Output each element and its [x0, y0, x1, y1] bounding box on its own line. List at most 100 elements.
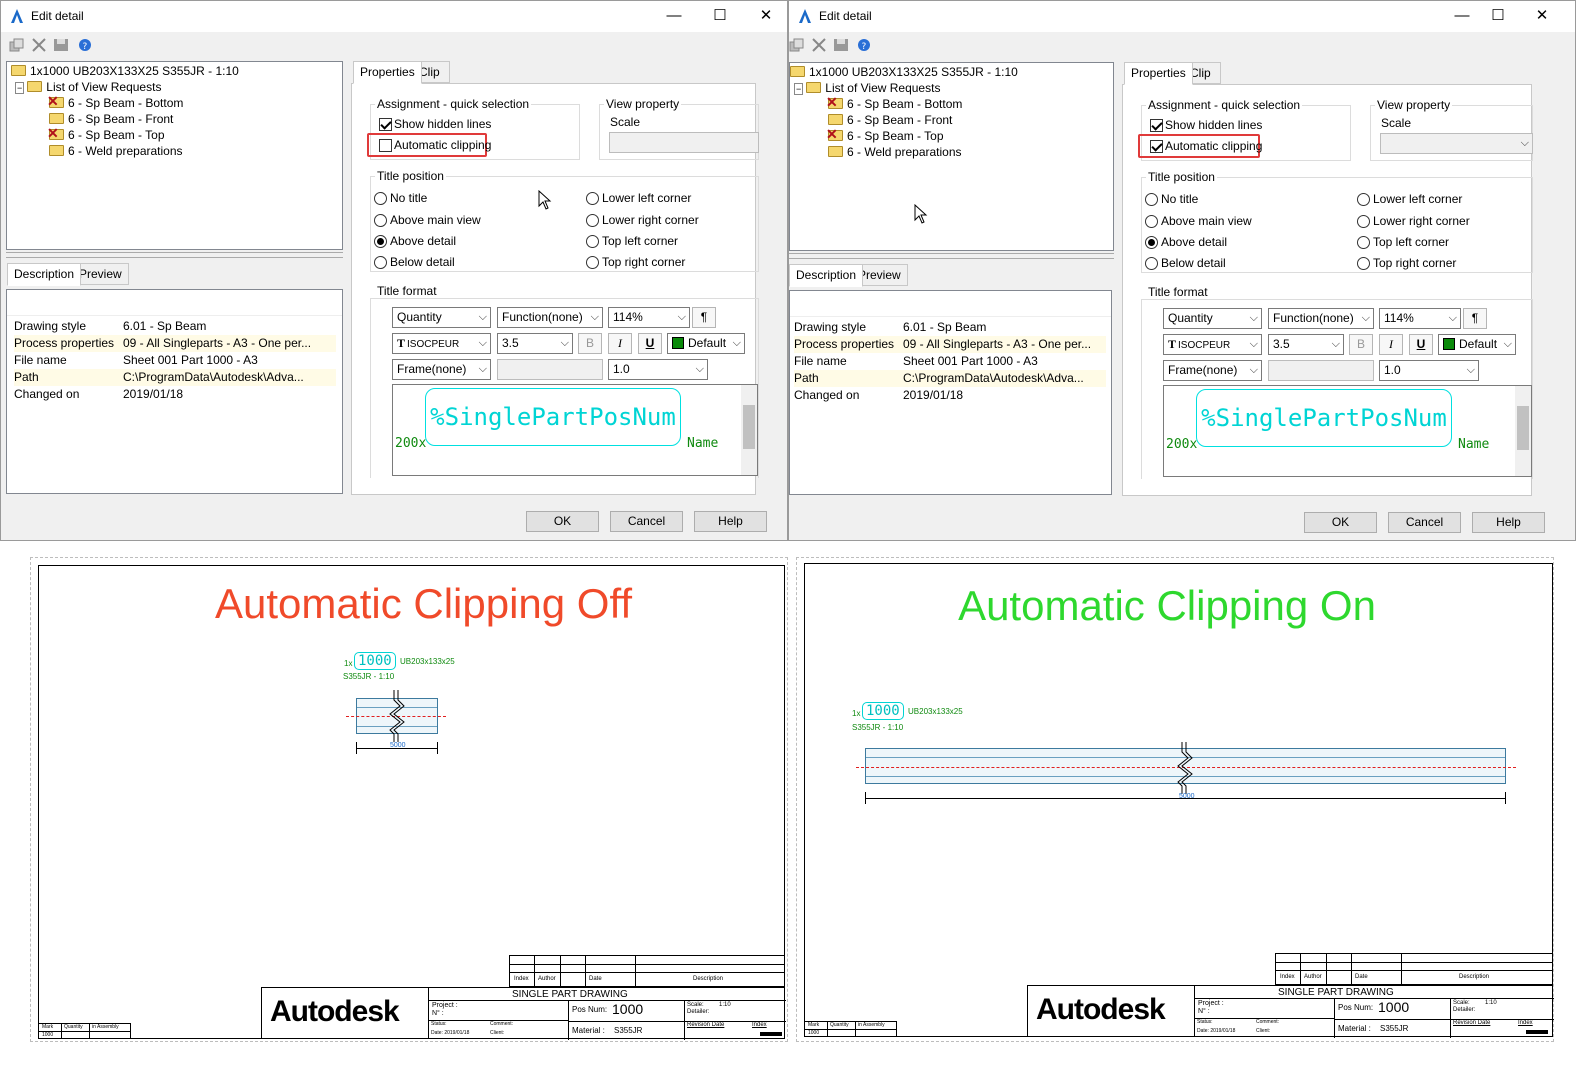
tab-properties[interactable]: Properties: [353, 61, 422, 84]
splitter[interactable]: [6, 252, 343, 258]
radio-top-right-corner[interactable]: [586, 256, 599, 269]
ok-button[interactable]: OK: [1304, 512, 1377, 533]
help-icon[interactable]: ?: [856, 38, 872, 52]
spacing-select[interactable]: 1.0 ⌵: [1379, 360, 1479, 381]
radio-top-right-corner[interactable]: [1357, 257, 1370, 270]
function-select[interactable]: Function(none) ⌵: [1268, 308, 1374, 329]
quantity-select[interactable]: Quantity ⌵: [1163, 308, 1262, 329]
dimension-tick: [865, 792, 866, 804]
tab-description[interactable]: Description: [789, 264, 864, 287]
maximize-button[interactable]: ☐: [1487, 6, 1509, 26]
radio-above-detail[interactable]: [1145, 236, 1158, 249]
italic-button[interactable]: I: [1379, 334, 1403, 355]
tree-item[interactable]: 6 - Sp Beam - Front: [49, 111, 173, 127]
bold-button[interactable]: B: [578, 333, 602, 354]
ok-button[interactable]: OK: [526, 511, 599, 532]
maximize-button[interactable]: ☐: [709, 6, 731, 26]
scale-value: 1:10: [1485, 1000, 1497, 1006]
help-button[interactable]: Help: [694, 511, 767, 532]
preview-scrollbar[interactable]: [1515, 386, 1531, 476]
spacing-select[interactable]: 1.0 ⌵: [608, 359, 708, 380]
size-select[interactable]: 3.5 ⌵: [497, 333, 573, 354]
copy-icon[interactable]: [789, 38, 805, 52]
preview-scrollbar[interactable]: [741, 385, 757, 475]
row-key: Drawing style: [14, 319, 87, 333]
row-value: 6.01 - Sp Beam: [903, 320, 987, 334]
radio-top-left-corner[interactable]: [1357, 236, 1370, 249]
tree-item[interactable]: ✕ 6 - Sp Beam - Bottom: [47, 94, 183, 111]
save-icon[interactable]: [833, 38, 849, 52]
cancel-button[interactable]: Cancel: [610, 511, 683, 532]
delete-icon[interactable]: [811, 38, 827, 52]
save-icon[interactable]: [53, 38, 69, 52]
frame-select[interactable]: Frame(none) ⌵: [392, 359, 491, 380]
radio-lower-right-corner[interactable]: [586, 214, 599, 227]
help-icon[interactable]: ?: [77, 38, 93, 52]
radio-no-title[interactable]: [1145, 193, 1158, 206]
copy-icon[interactable]: [9, 38, 25, 52]
color-select[interactable]: Default ⌵: [1438, 334, 1516, 355]
label-pos-num: 1000: [862, 702, 904, 720]
close-button[interactable]: ✕: [1531, 6, 1553, 26]
show-hidden-lines-checkbox[interactable]: [1150, 119, 1163, 132]
tab-description[interactable]: Description: [7, 263, 82, 286]
automatic-clipping-checkbox[interactable]: [1150, 140, 1163, 153]
radio-no-title[interactable]: [374, 192, 387, 205]
color-select[interactable]: Default ⌵: [667, 333, 745, 354]
collapse-icon[interactable]: −: [794, 83, 804, 95]
tree-item[interactable]: 6 - Weld preparations: [49, 143, 183, 159]
close-button[interactable]: ✕: [755, 6, 777, 26]
svg-text:?: ?: [83, 42, 88, 52]
tree-root[interactable]: 1x1000 UB203X133X25 S355JR - 1:10: [790, 64, 1018, 80]
radio-lower-left-corner[interactable]: [586, 192, 599, 205]
tree-item[interactable]: ✕ 6 - Sp Beam - Top: [826, 127, 944, 144]
show-hidden-lines-checkbox[interactable]: [379, 118, 392, 131]
tree-item[interactable]: 6 - Weld preparations: [828, 144, 962, 160]
underline-button[interactable]: U: [1409, 334, 1433, 355]
scale-select[interactable]: [609, 132, 759, 153]
font-select[interactable]: T ISOCPEUR ⌵: [392, 333, 491, 354]
function-select[interactable]: Function(none) ⌵: [497, 307, 603, 328]
tree-group[interactable]: − List of View Requests: [794, 80, 940, 96]
folder-icon: [49, 145, 64, 156]
automatic-clipping-checkbox[interactable]: [379, 139, 392, 152]
radio-above-detail[interactable]: [374, 235, 387, 248]
radio-above-main-view[interactable]: [1145, 215, 1158, 228]
help-button[interactable]: Help: [1472, 512, 1545, 533]
row-key: Process properties: [14, 336, 115, 350]
percent-select[interactable]: 114% ⌵: [1379, 308, 1461, 329]
radio-lower-right-corner[interactable]: [1357, 215, 1370, 228]
bold-button[interactable]: B: [1349, 334, 1373, 355]
cancel-button[interactable]: Cancel: [1388, 512, 1461, 533]
radio-top-left-corner[interactable]: [586, 235, 599, 248]
underline-button[interactable]: U: [638, 333, 662, 354]
quantity-select[interactable]: Quantity ⌵: [392, 307, 491, 328]
percent-select[interactable]: 114% ⌵: [608, 307, 690, 328]
tree-item[interactable]: ✕ 6 - Sp Beam - Top: [47, 126, 165, 143]
paragraph-button[interactable]: ¶: [1463, 308, 1487, 329]
minimize-button[interactable]: —: [663, 6, 685, 26]
select-value: 114%: [1384, 311, 1414, 325]
radio-below-detail[interactable]: [374, 256, 387, 269]
radio-above-main-view[interactable]: [374, 214, 387, 227]
select-value: Quantity: [397, 310, 442, 324]
collapse-icon[interactable]: −: [15, 82, 25, 94]
select-value: 3.5: [1273, 337, 1290, 351]
paragraph-button[interactable]: ¶: [692, 307, 716, 328]
scale-select[interactable]: ⌵: [1380, 133, 1533, 154]
tree-group[interactable]: − List of View Requests: [15, 79, 161, 95]
splitter[interactable]: [789, 253, 1114, 259]
tab-properties[interactable]: Properties: [1124, 62, 1193, 85]
radio-lower-left-corner[interactable]: [1357, 193, 1370, 206]
delete-icon[interactable]: [31, 38, 47, 52]
italic-button[interactable]: I: [608, 333, 632, 354]
tree-item[interactable]: 6 - Sp Beam - Front: [828, 112, 952, 128]
size-select[interactable]: 3.5 ⌵: [1268, 334, 1344, 355]
frame-select[interactable]: Frame(none) ⌵: [1163, 360, 1262, 381]
tree-root[interactable]: 1x1000 UB203X133X25 S355JR - 1:10: [11, 63, 239, 79]
properties-panel: Assignment - quick selection Show hidden…: [351, 83, 759, 495]
minimize-button[interactable]: —: [1451, 6, 1473, 26]
font-select[interactable]: T ISOCPEUR ⌵: [1163, 334, 1262, 355]
tree-item[interactable]: ✕ 6 - Sp Beam - Bottom: [826, 95, 962, 112]
radio-below-detail[interactable]: [1145, 257, 1158, 270]
